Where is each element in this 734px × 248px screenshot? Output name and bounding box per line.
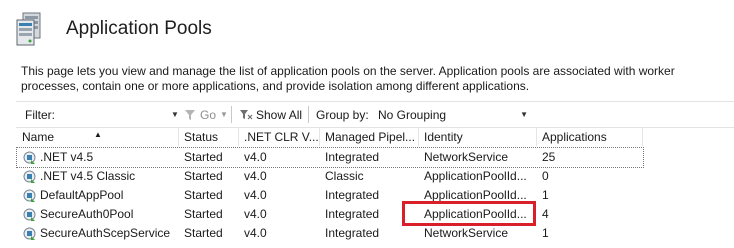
pool-applications: 0	[542, 169, 549, 183]
pool-clr: v4.0	[244, 207, 267, 221]
column-header-status[interactable]: Status	[179, 128, 239, 146]
pool-pipeline: Integrated	[325, 226, 380, 240]
grid-header: Name ▲ Status .NET CLR V... Managed Pipe…	[17, 128, 643, 146]
pool-name: SecureAuth0Pool	[40, 207, 134, 221]
column-header-label: Name	[22, 130, 55, 144]
group-by-select[interactable]: No Grouping ▼	[378, 102, 528, 127]
pool-pipeline: Classic	[325, 169, 364, 183]
table-row[interactable]: SecureAuth0Pool Started v4.0 Integrated …	[17, 205, 643, 224]
filter-dropdown-arrow[interactable]: ▼	[171, 102, 179, 127]
pool-applications: 25	[542, 150, 556, 164]
pool-applications: 1	[542, 188, 549, 202]
pool-status: Started	[184, 207, 223, 221]
pool-identity: NetworkService	[424, 150, 509, 164]
pool-status: Started	[184, 150, 223, 164]
table-row[interactable]: .NET v4.5 Started v4.0 Integrated Networ…	[16, 147, 644, 168]
show-all-icon	[240, 109, 253, 119]
toolbar-divider	[308, 106, 309, 123]
group-by-label: Group by:	[316, 107, 369, 122]
column-header-clr[interactable]: .NET CLR V...	[239, 128, 320, 146]
page-title: Application Pools	[66, 18, 212, 39]
pool-applications: 1	[542, 226, 549, 240]
server-pool-icon	[16, 12, 41, 46]
pool-pipeline: Integrated	[325, 188, 380, 202]
sort-ascending-icon: ▲	[94, 130, 102, 139]
pool-status: Started	[184, 226, 223, 240]
column-header-name[interactable]: Name ▲	[17, 128, 179, 146]
pool-clr: v4.0	[244, 188, 267, 202]
toolbar-divider	[231, 106, 232, 123]
pool-identity: ApplicationPoolId...	[424, 207, 527, 221]
column-header-applications[interactable]: Applications	[537, 128, 643, 146]
column-header-pipeline[interactable]: Managed Pipel...	[320, 128, 419, 146]
pool-status: Started	[184, 188, 223, 202]
pool-pipeline: Integrated	[325, 207, 380, 221]
filter-label: Filter:	[25, 107, 55, 122]
pool-name: SecureAuthScepService	[40, 226, 171, 240]
pool-clr: v4.0	[244, 169, 267, 183]
pool-status: Started	[184, 169, 223, 183]
go-label: Go	[200, 107, 217, 122]
chevron-down-icon: ▼	[220, 110, 228, 119]
table-row[interactable]: .NET v4.5 Classic Started v4.0 Classic A…	[17, 167, 643, 186]
show-all-label: Show All	[256, 107, 303, 122]
funnel-icon	[185, 109, 195, 120]
pool-applications: 4	[542, 207, 549, 221]
column-header-identity[interactable]: Identity	[419, 128, 537, 146]
pool-pipeline: Integrated	[325, 150, 380, 164]
pool-identity: ApplicationPoolId...	[424, 188, 527, 202]
show-all-button[interactable]: Show All	[238, 102, 302, 127]
pool-clr: v4.0	[244, 150, 267, 164]
group-by-value: No Grouping	[378, 107, 447, 122]
pool-name: DefaultAppPool	[40, 188, 124, 202]
table-row[interactable]: DefaultAppPool Started v4.0 Integrated A…	[17, 186, 643, 205]
chevron-down-icon: ▼	[171, 110, 179, 119]
table-row[interactable]: SecureAuthScepService Started v4.0 Integ…	[17, 224, 643, 243]
chevron-down-icon: ▼	[520, 110, 528, 119]
pool-name: .NET v4.5 Classic	[40, 169, 136, 183]
go-button[interactable]: Go ▼	[184, 102, 228, 127]
pool-name: .NET v4.5	[40, 150, 94, 164]
page-description: This page lets you view and manage the l…	[21, 64, 675, 93]
pool-clr: v4.0	[244, 226, 267, 240]
filter-toolbar: Filter: ▼ Go ▼ Show All Group by: No Gro…	[16, 101, 734, 128]
pool-identity: ApplicationPoolId...	[424, 169, 527, 183]
pool-identity: NetworkService	[424, 226, 509, 240]
